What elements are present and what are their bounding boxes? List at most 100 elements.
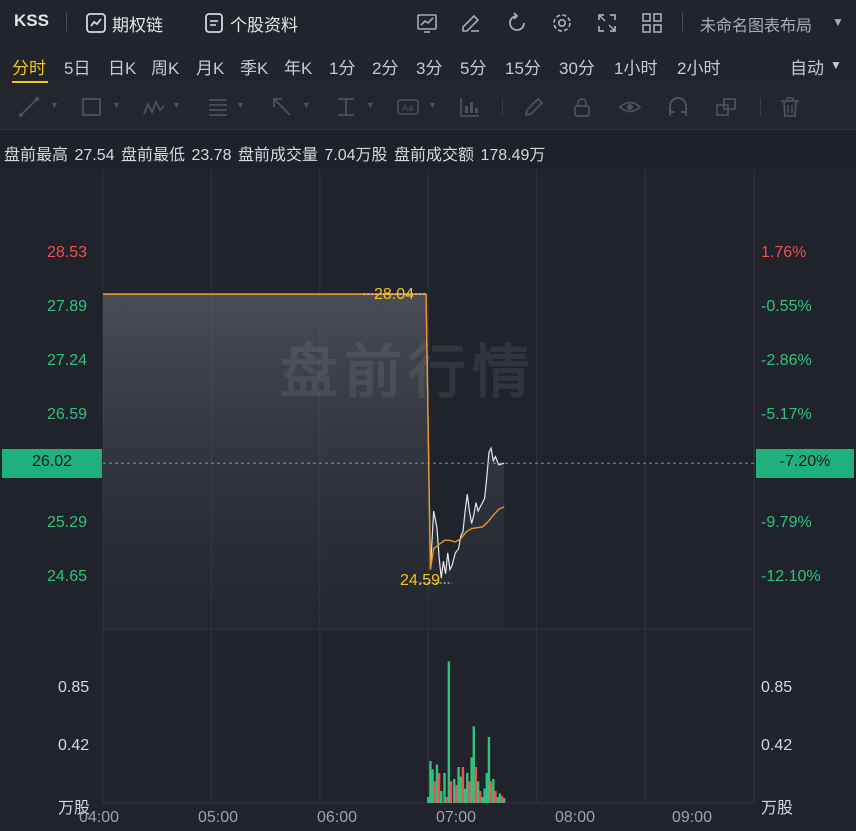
x-tick: 06:00 xyxy=(317,809,358,826)
chart-canvas[interactable] xyxy=(0,169,856,831)
trash-icon[interactable] xyxy=(778,96,802,118)
wave-pattern-tool-icon[interactable] xyxy=(142,96,166,118)
volume-bar xyxy=(485,773,488,803)
magnet-icon[interactable] xyxy=(666,96,690,118)
period-tab[interactable]: 年K xyxy=(284,54,312,79)
separator xyxy=(682,13,683,31)
period-tab[interactable]: 分时 xyxy=(12,54,46,79)
eye-icon[interactable] xyxy=(618,96,642,118)
volume-bar xyxy=(483,788,486,803)
arrow-tool-icon[interactable] xyxy=(270,96,294,118)
period-tab[interactable]: 周K xyxy=(151,54,179,79)
lock-icon[interactable] xyxy=(570,96,594,118)
premarket-amount-value: 178.49万 xyxy=(480,147,546,164)
settings-icon[interactable] xyxy=(550,11,574,35)
volume-bar xyxy=(487,737,491,803)
options-chain-button[interactable]: 期权链 xyxy=(112,11,163,36)
period-tab[interactable]: 3分 xyxy=(416,54,442,79)
period-tab[interactable]: 5分 xyxy=(460,54,486,79)
period-tab[interactable]: 月K xyxy=(196,54,224,79)
chevron-down-icon[interactable]: ▼ xyxy=(832,15,844,29)
period-tab[interactable]: 2分 xyxy=(372,54,398,79)
stock-profile-button[interactable]: 个股资料 xyxy=(230,11,298,36)
top-toolbar: KSS 期权链 个股资料 未命名图表布局 ▼ xyxy=(0,0,856,44)
refresh-icon[interactable] xyxy=(505,11,529,35)
premarket-watermark: 盘前行情 xyxy=(280,340,537,405)
premarket-info-bar: 盘前最高 27.54 盘前最低 23.78 盘前成交量 7.04万股 盘前成交额… xyxy=(0,131,856,169)
pen-icon[interactable] xyxy=(522,96,546,118)
min-price-label: 24.59 xyxy=(400,572,441,589)
text-tool-icon[interactable]: Aa xyxy=(396,96,420,118)
trend-line-tool-icon[interactable] xyxy=(18,96,42,118)
edit-icon[interactable] xyxy=(459,11,483,35)
y-tick-right: -0.55% xyxy=(761,298,812,315)
period-tab[interactable]: 15分 xyxy=(505,54,541,79)
premarket-amount-label: 盘前成交额 xyxy=(394,147,475,164)
period-tab[interactable]: 2小时 xyxy=(677,54,720,79)
period-tab[interactable]: 1分 xyxy=(329,54,355,79)
fibonacci-tool-icon[interactable] xyxy=(206,96,230,118)
chevron-down-icon[interactable]: ▼ xyxy=(830,58,842,72)
premarket-volume-value: 7.04万股 xyxy=(324,147,388,164)
y-tick-right: -5.17% xyxy=(761,406,812,423)
volume-bar xyxy=(453,779,456,803)
volume-bar xyxy=(433,781,436,803)
measure-tool-icon[interactable] xyxy=(458,96,482,118)
x-tick: 07:00 xyxy=(436,809,477,826)
volume-bar xyxy=(489,781,493,803)
y-tick-left: 27.24 xyxy=(47,352,88,369)
y-tick-left: 27.89 xyxy=(47,298,88,315)
volume-bar xyxy=(479,791,482,803)
period-tab[interactable]: 1小时 xyxy=(614,54,657,79)
premarket-high-value: 27.54 xyxy=(74,147,115,164)
volume-tick-right: 0.42 xyxy=(761,737,793,754)
volume-bar xyxy=(459,776,462,803)
volume-bar xyxy=(431,769,434,803)
volume-tick-left: 0.42 xyxy=(58,737,90,754)
grid-layout-icon[interactable] xyxy=(640,11,664,35)
intraday-chart[interactable]: 盘前行情 28.53 27.89 27.24 26.59 25.29 24.65… xyxy=(0,169,856,831)
options-chain-icon[interactable] xyxy=(84,11,108,35)
separator xyxy=(502,98,503,116)
layers-icon[interactable] xyxy=(714,96,738,118)
premarket-high-label: 盘前最高 xyxy=(4,147,69,164)
chevron-down-icon: ▼ xyxy=(366,100,375,110)
period-tab[interactable]: 5日 xyxy=(64,54,90,79)
volume-bar xyxy=(435,764,439,803)
volume-bar xyxy=(470,757,473,803)
svg-text:Aa: Aa xyxy=(402,104,414,114)
volume-bar xyxy=(447,661,451,803)
volume-unit-right: 万股 xyxy=(761,800,794,817)
symbol-label[interactable]: KSS xyxy=(14,11,49,31)
y-tick-left: 25.29 xyxy=(47,514,88,531)
fullscreen-icon[interactable] xyxy=(595,11,619,35)
y-tick-right: -9.79% xyxy=(761,514,812,531)
chevron-down-icon: ▼ xyxy=(172,100,181,110)
period-tab[interactable]: 季K xyxy=(240,54,268,79)
period-tab[interactable]: 30分 xyxy=(559,54,595,79)
premarket-volume-label: 盘前成交量 xyxy=(237,147,318,164)
volume-bar xyxy=(492,779,495,803)
chevron-down-icon: ▼ xyxy=(302,100,311,110)
separator xyxy=(66,13,67,31)
vertical-line-tool-icon[interactable] xyxy=(334,96,358,118)
stock-profile-icon[interactable] xyxy=(202,11,226,35)
y-tick-left: 26.59 xyxy=(47,406,88,423)
rectangle-tool-icon[interactable] xyxy=(80,96,104,118)
layout-name[interactable]: 未命名图表布局 xyxy=(700,12,812,36)
chevron-down-icon: ▼ xyxy=(236,100,245,110)
current-price-badge: 26.02 xyxy=(2,449,102,478)
period-tab[interactable]: 日K xyxy=(108,54,136,79)
chevron-down-icon: ▼ xyxy=(428,100,437,110)
x-tick: 04:00 xyxy=(79,809,120,826)
y-tick-right: 1.76% xyxy=(761,244,807,261)
chart-type-icon[interactable] xyxy=(415,11,439,35)
separator xyxy=(760,98,761,116)
volume-bar xyxy=(457,767,460,803)
x-tick: 09:00 xyxy=(672,809,713,826)
volume-bar xyxy=(443,773,446,803)
auto-mode-select[interactable]: 自动 xyxy=(790,54,824,79)
x-tick: 08:00 xyxy=(555,809,596,826)
volume-bar xyxy=(445,797,448,803)
x-tick: 05:00 xyxy=(198,809,239,826)
